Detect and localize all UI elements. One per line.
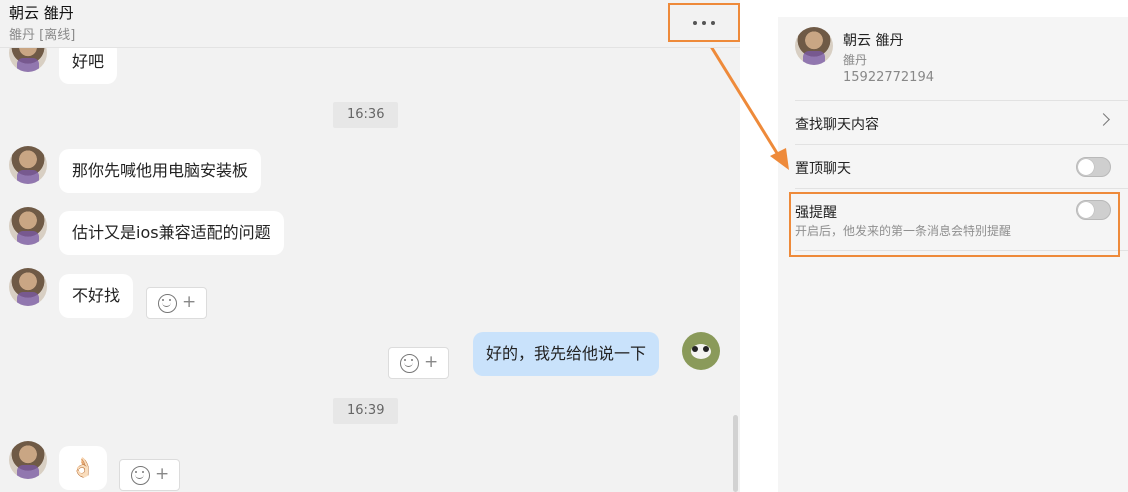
more-options-button[interactable] — [668, 3, 740, 42]
add-reaction-button[interactable]: + — [388, 347, 449, 379]
smiley-icon — [158, 294, 177, 313]
timestamp: 16:36 — [333, 102, 399, 128]
timestamp: 16:39 — [333, 398, 399, 424]
smiley-icon — [400, 354, 419, 373]
contact-phone: 15922772194 — [843, 70, 934, 85]
strong-alert-row: 强提醒 开启后，他发来的第一条消息会特别提醒 — [795, 188, 1128, 250]
chat-detail-panel: 朝云 雒丹 雒丹 15922772194 查找聊天内容 置顶聊天 强提醒 开启后… — [778, 17, 1128, 492]
smiley-icon — [131, 466, 150, 485]
chat-window: 好吧 16:36 那你先喊他用电脑安装板 估计又是ios兼容适配的问题 不好找 … — [0, 0, 1128, 492]
contact-avatar[interactable] — [795, 27, 833, 65]
more-dots-icon — [693, 20, 697, 25]
plus-icon: + — [424, 352, 439, 372]
contact-status: 雒丹 [离线] — [9, 28, 76, 43]
contact-nickname: 雒丹 — [843, 53, 868, 67]
add-reaction-button[interactable]: + — [119, 459, 180, 491]
chat-scrollbar[interactable] — [733, 415, 738, 492]
search-chat-label: 查找聊天内容 — [795, 117, 879, 133]
pin-chat-label: 置顶聊天 — [795, 161, 851, 177]
pane-gap — [740, 0, 778, 492]
my-message-bubble[interactable]: 好的，我先给他说一下 — [473, 332, 660, 376]
contact-avatar[interactable] — [9, 146, 47, 184]
pin-chat-toggle[interactable] — [1076, 157, 1111, 177]
contact-avatar[interactable] — [9, 441, 47, 479]
row-divider — [795, 250, 1128, 251]
chat-title: 朝云 雒丹 — [9, 4, 74, 22]
pin-chat-row: 置顶聊天 — [795, 144, 1128, 188]
my-avatar[interactable] — [682, 332, 720, 370]
chevron-right-icon — [1097, 113, 1110, 126]
plus-icon: + — [182, 292, 197, 312]
contact-name: 朝云 雒丹 — [843, 33, 904, 49]
contact-avatar[interactable] — [9, 268, 47, 306]
plus-icon: + — [155, 464, 170, 484]
chat-header: 朝云 雒丹 雒丹 [离线] — [0, 0, 740, 48]
add-reaction-button[interactable]: + — [146, 287, 207, 319]
strong-alert-toggle[interactable] — [1076, 200, 1111, 220]
contact-avatar[interactable] — [9, 207, 47, 245]
search-chat-row[interactable]: 查找聊天内容 — [795, 100, 1128, 144]
message-bubble[interactable]: 不好找 — [59, 274, 134, 318]
message-bubble[interactable]: 那你先喊他用电脑安装板 — [59, 149, 262, 193]
message-bubble[interactable]: 估计又是ios兼容适配的问题 — [59, 211, 284, 255]
strong-alert-label: 强提醒 — [795, 205, 837, 221]
emoji-message-bubble[interactable]: 👌🏻 — [59, 446, 107, 490]
strong-alert-description: 开启后，他发来的第一条消息会特别提醒 — [795, 224, 1012, 238]
chat-pane: 好吧 16:36 那你先喊他用电脑安装板 估计又是ios兼容适配的问题 不好找 … — [0, 0, 740, 492]
